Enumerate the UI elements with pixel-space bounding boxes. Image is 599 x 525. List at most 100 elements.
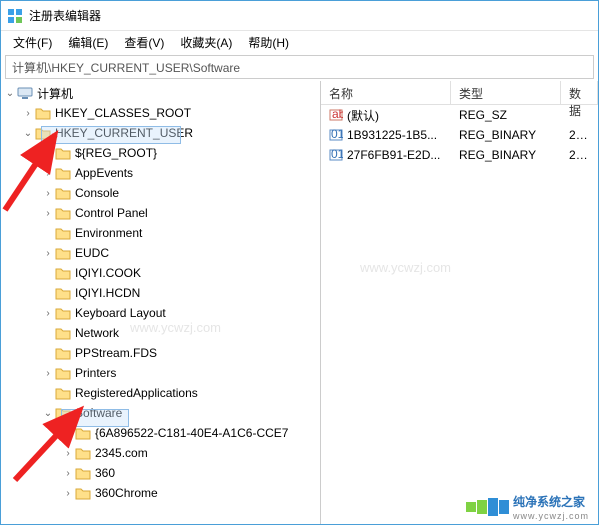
tree-ppstream[interactable]: PPStream.FDS bbox=[1, 343, 320, 363]
tree-2345[interactable]: › 2345.com bbox=[1, 443, 320, 463]
registry-editor-window: 注册表编辑器 文件(F) 编辑(E) 查看(V) 收藏夹(A) 帮助(H) 计算… bbox=[0, 0, 599, 525]
chevron-right-icon[interactable]: › bbox=[61, 468, 75, 479]
folder-icon bbox=[75, 446, 91, 460]
tree-root[interactable]: ⌄ 计算机 bbox=[1, 83, 320, 103]
address-bar[interactable]: 计算机\HKEY_CURRENT_USER\Software bbox=[5, 55, 594, 79]
content-area: ⌄ 计算机 › HKEY_CLASSES_ROOT ⌄ HKEY_CURRENT… bbox=[1, 81, 598, 524]
svg-text:ab: ab bbox=[332, 108, 343, 121]
watermark-squares-icon bbox=[466, 498, 509, 516]
chevron-right-icon[interactable]: › bbox=[41, 208, 55, 219]
tree-kbd[interactable]: › Keyboard Layout bbox=[1, 303, 320, 323]
value-type: REG_BINARY bbox=[451, 126, 561, 144]
menu-help[interactable]: 帮助(H) bbox=[240, 31, 297, 54]
value-row[interactable]: 011 1B931225-1B5... REG_BINARY 21 d2 bbox=[321, 125, 598, 145]
tree-software[interactable]: ⌄ Software bbox=[1, 403, 320, 423]
folder-open-icon bbox=[55, 406, 71, 420]
tree-label: RegisteredApplications bbox=[75, 386, 198, 400]
folder-icon bbox=[75, 486, 91, 500]
value-type: REG_BINARY bbox=[451, 146, 561, 164]
tree-regapps[interactable]: RegisteredApplications bbox=[1, 383, 320, 403]
value-name: 27F6FB91-E2D... bbox=[347, 148, 440, 162]
folder-icon bbox=[55, 246, 71, 260]
tree-label: Console bbox=[75, 186, 119, 200]
tree-360chrome[interactable]: › 360Chrome bbox=[1, 483, 320, 503]
chevron-right-icon[interactable]: › bbox=[41, 168, 55, 179]
folder-icon bbox=[55, 286, 71, 300]
tree-env[interactable]: Environment bbox=[1, 223, 320, 243]
tree-eudc[interactable]: › EUDC bbox=[1, 243, 320, 263]
col-data[interactable]: 数据 bbox=[561, 81, 598, 104]
tree-label: 360Chrome bbox=[95, 486, 158, 500]
tree-iqiyicook[interactable]: IQIYI.COOK bbox=[1, 263, 320, 283]
tree-console[interactable]: › Console bbox=[1, 183, 320, 203]
tree-label: {6A896522-C181-40E4-A1C6-CCE7 bbox=[95, 426, 288, 440]
tree-label: Printers bbox=[75, 366, 116, 380]
app-icon bbox=[7, 8, 23, 24]
col-type[interactable]: 类型 bbox=[451, 81, 561, 104]
chevron-right-icon[interactable]: › bbox=[41, 188, 55, 199]
tree-label: IQIYI.COOK bbox=[75, 266, 141, 280]
value-type: REG_SZ bbox=[451, 106, 561, 124]
folder-icon bbox=[35, 126, 51, 140]
tree-printers[interactable]: › Printers bbox=[1, 363, 320, 383]
tree-cpanel[interactable]: › Control Panel bbox=[1, 203, 320, 223]
folder-icon bbox=[55, 266, 71, 280]
svg-text:011: 011 bbox=[331, 148, 343, 161]
tree-label: HKEY_CLASSES_ROOT bbox=[55, 106, 191, 120]
value-row[interactable]: 011 27F6FB91-E2D... REG_BINARY 2e 1c bbox=[321, 145, 598, 165]
chevron-down-icon[interactable]: ⌄ bbox=[41, 408, 55, 419]
window-title: 注册表编辑器 bbox=[29, 7, 101, 24]
chevron-down-icon[interactable]: ⌄ bbox=[21, 128, 35, 139]
chevron-right-icon[interactable]: › bbox=[61, 428, 75, 439]
chevron-right-icon[interactable]: › bbox=[41, 308, 55, 319]
chevron-right-icon[interactable]: › bbox=[61, 488, 75, 499]
value-row[interactable]: ab (默认) REG_SZ bbox=[321, 105, 598, 125]
value-name: 1B931225-1B5... bbox=[347, 128, 437, 142]
folder-icon bbox=[55, 386, 71, 400]
tree-label: 计算机 bbox=[37, 85, 73, 102]
chevron-down-icon[interactable]: ⌄ bbox=[3, 88, 17, 99]
tree-label: EUDC bbox=[75, 246, 109, 260]
tree-net[interactable]: Network bbox=[1, 323, 320, 343]
menubar: 文件(F) 编辑(E) 查看(V) 收藏夹(A) 帮助(H) bbox=[1, 31, 598, 53]
tree-hkcu[interactable]: ⌄ HKEY_CURRENT_USER bbox=[1, 123, 320, 143]
menu-edit[interactable]: 编辑(E) bbox=[60, 31, 116, 54]
value-data: 2e 1c bbox=[561, 146, 598, 164]
folder-icon bbox=[35, 106, 51, 120]
chevron-right-icon[interactable]: › bbox=[21, 108, 35, 119]
menu-file[interactable]: 文件(F) bbox=[5, 31, 60, 54]
folder-icon bbox=[55, 306, 71, 320]
folder-icon bbox=[75, 466, 91, 480]
watermark-brand: 纯净系统之家 bbox=[513, 495, 585, 509]
binary-value-icon: 011 bbox=[329, 148, 343, 162]
tree-iqiyihcdn[interactable]: IQIYI.HCDN bbox=[1, 283, 320, 303]
folder-icon bbox=[55, 326, 71, 340]
svg-text:011: 011 bbox=[331, 128, 343, 141]
tree-panel[interactable]: ⌄ 计算机 › HKEY_CLASSES_ROOT ⌄ HKEY_CURRENT… bbox=[1, 81, 321, 524]
tree-guidkey[interactable]: › {6A896522-C181-40E4-A1C6-CCE7 bbox=[1, 423, 320, 443]
tree-label: Network bbox=[75, 326, 119, 340]
folder-icon bbox=[55, 346, 71, 360]
computer-icon bbox=[17, 86, 33, 100]
menu-favorites[interactable]: 收藏夹(A) bbox=[172, 31, 240, 54]
tree-appevents[interactable]: › AppEvents bbox=[1, 163, 320, 183]
watermark-logo: 纯净系统之家 www.ycwzj.com bbox=[462, 491, 593, 523]
value-name: (默认) bbox=[347, 107, 379, 124]
address-path: 计算机\HKEY_CURRENT_USER\Software bbox=[12, 59, 240, 76]
tree-label: AppEvents bbox=[75, 166, 133, 180]
folder-icon bbox=[75, 426, 91, 440]
tree-label: Control Panel bbox=[75, 206, 148, 220]
tree-label: Keyboard Layout bbox=[75, 306, 166, 320]
menu-view[interactable]: 查看(V) bbox=[116, 31, 172, 54]
values-panel: 名称 类型 数据 ab (默认) REG_SZ 011 1B931225-1B5… bbox=[321, 81, 598, 524]
tree-regroot[interactable]: ${REG_ROOT} bbox=[1, 143, 320, 163]
chevron-right-icon[interactable]: › bbox=[61, 448, 75, 459]
chevron-right-icon[interactable]: › bbox=[41, 248, 55, 259]
tree-label: Environment bbox=[75, 226, 142, 240]
chevron-right-icon[interactable]: › bbox=[41, 368, 55, 379]
col-name[interactable]: 名称 bbox=[321, 81, 451, 104]
tree-label: 360 bbox=[95, 466, 115, 480]
tree-360[interactable]: › 360 bbox=[1, 463, 320, 483]
tree-label: 2345.com bbox=[95, 446, 148, 460]
tree-hkcr[interactable]: › HKEY_CLASSES_ROOT bbox=[1, 103, 320, 123]
